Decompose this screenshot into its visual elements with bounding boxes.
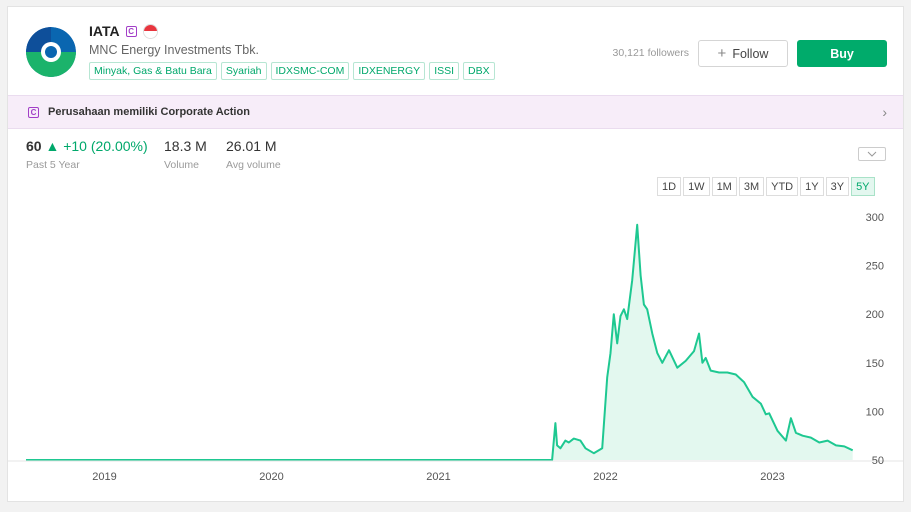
last-price: 60: [26, 138, 42, 154]
index-tags: Minyak, Gas & Batu Bara Syariah IDXSMC-C…: [89, 62, 495, 80]
y-tick-label: 200: [866, 309, 884, 321]
range-1m[interactable]: 1M: [711, 177, 737, 196]
price-change: ▲ +10 (20.00%): [45, 138, 148, 154]
range-3y[interactable]: 3Y: [825, 177, 850, 196]
follow-button[interactable]: + Follow: [698, 40, 788, 67]
price-stat: 60 ▲ +10 (20.00%) Past 5 Year: [26, 138, 148, 171]
indonesia-flag-icon: [142, 23, 158, 39]
x-tick-label: 2019: [92, 471, 116, 483]
x-tick-label: 2020: [259, 471, 283, 483]
range-1d[interactable]: 1D: [657, 177, 682, 196]
tag-syariah[interactable]: Syariah: [220, 62, 267, 80]
buy-button[interactable]: Buy: [797, 40, 887, 67]
y-tick-label: 150: [866, 358, 884, 370]
period-label: Past 5 Year: [26, 159, 80, 171]
corporate-action-banner[interactable]: C Perusahaan memiliki Corporate Action ›: [8, 95, 903, 129]
tag-issi[interactable]: ISSI: [429, 62, 460, 80]
y-tick-label: 50: [872, 455, 884, 467]
tag-dbx[interactable]: DBX: [463, 62, 495, 80]
corporate-action-icon: C: [28, 107, 39, 118]
time-range-selector: 1D 1W 1M 3M YTD 1Y 3Y 5Y: [657, 177, 875, 196]
chevron-right-icon: ›: [882, 104, 887, 120]
x-tick-label: 2021: [426, 471, 450, 483]
range-3m[interactable]: 3M: [738, 177, 765, 196]
price-chart: 2019 2020 2021 2022 2023 50 100 150 200 250 300: [8, 212, 903, 483]
volume-value: 18.3 M: [164, 138, 207, 154]
stock-card: IATA C MNC Energy Investments Tbk. Minya…: [7, 6, 904, 502]
volume-label: Volume: [164, 159, 200, 171]
price-area-fill: [26, 224, 853, 460]
tag-idxenergy[interactable]: IDXENERGY: [353, 62, 426, 80]
y-tick-label: 300: [866, 212, 884, 224]
avg-volume-stat: 26.01 M Avg volume: [226, 138, 281, 171]
plus-icon: +: [717, 45, 727, 62]
range-5y[interactable]: 5Y: [851, 177, 875, 196]
chevron-down-icon: [867, 151, 877, 157]
range-1w[interactable]: 1W: [683, 177, 710, 196]
tag-sector[interactable]: Minyak, Gas & Batu Bara: [89, 62, 217, 80]
volume-stat: 18.3 M Volume: [164, 138, 207, 171]
corporate-action-badge: C: [125, 25, 137, 37]
avg-volume-value: 26.01 M: [226, 138, 277, 154]
y-tick-label: 250: [866, 261, 884, 273]
avg-volume-label: Avg volume: [226, 159, 281, 171]
x-tick-label: 2023: [760, 471, 784, 483]
range-ytd[interactable]: YTD: [766, 177, 799, 196]
tag-idxsmc-com[interactable]: IDXSMC-COM: [270, 62, 350, 80]
x-tick-label: 2022: [593, 471, 617, 483]
y-tick-label: 100: [866, 406, 884, 418]
chart-type-dropdown[interactable]: [858, 147, 886, 161]
ticker-symbol: IATA: [89, 23, 120, 39]
follow-label: Follow: [732, 46, 769, 61]
range-1y[interactable]: 1Y: [800, 177, 824, 196]
company-logo: [26, 27, 76, 77]
company-name: MNC Energy Investments Tbk.: [89, 43, 259, 57]
corporate-action-text: Perusahaan memiliki Corporate Action: [48, 106, 250, 118]
followers-count: 30,121 followers: [612, 47, 689, 59]
